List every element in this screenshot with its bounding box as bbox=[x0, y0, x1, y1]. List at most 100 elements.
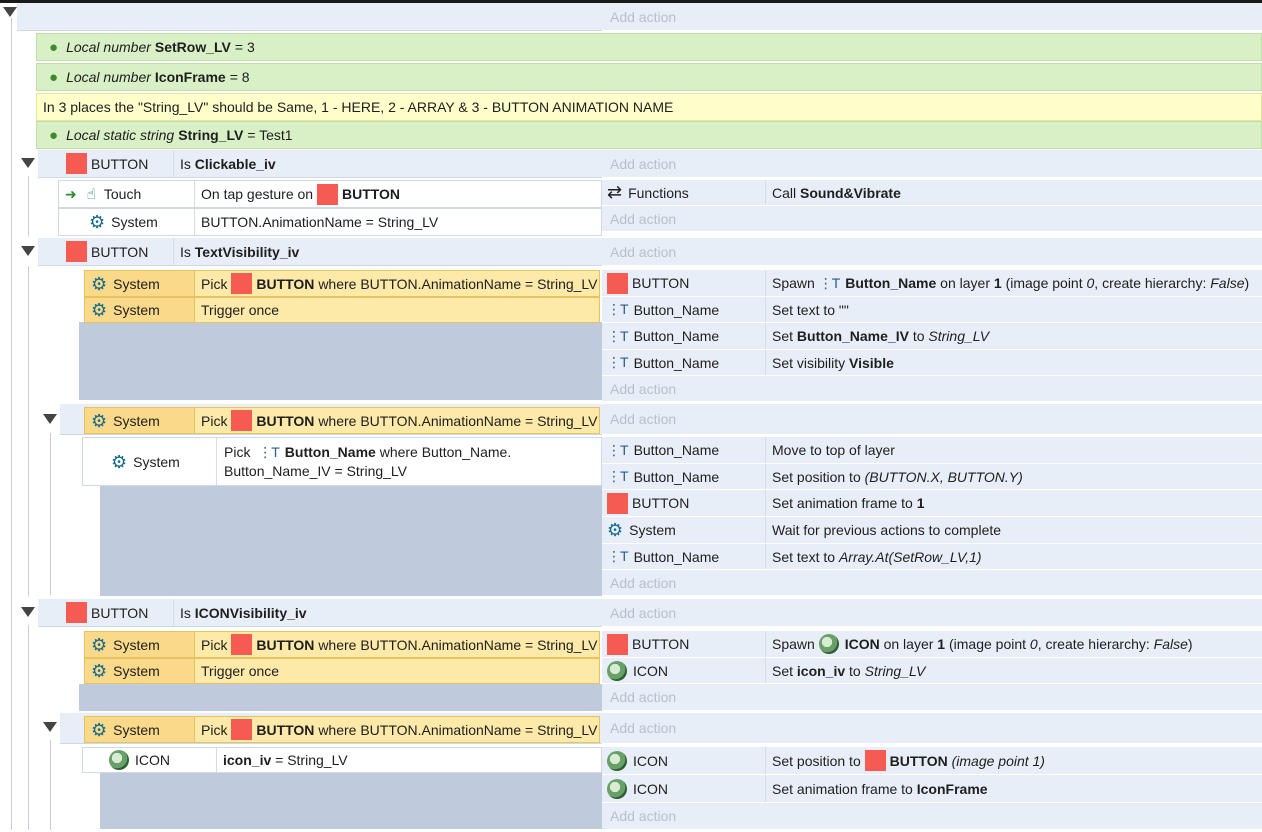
action-row[interactable]: ICON Set animation frame to IconFrame bbox=[602, 775, 1262, 803]
action-row[interactable]: BUTTON Spawn ⋮T Button_Name on layer 1 (i… bbox=[602, 270, 1262, 297]
add-action-link[interactable]: Add action bbox=[602, 684, 1262, 711]
object-name: System bbox=[113, 302, 160, 318]
red-square-sprite-icon bbox=[607, 492, 628, 514]
cond-target: BUTTON bbox=[256, 721, 315, 738]
action-row[interactable]: ICON Set icon_iv to String_LV bbox=[602, 658, 1262, 684]
icon-sprite-image bbox=[607, 778, 627, 799]
action-row[interactable]: ⋮T Button_Name Move to top of layer bbox=[602, 437, 1262, 464]
cond-bold: Clickable_iv bbox=[194, 155, 276, 172]
event-g4-pick[interactable]: ⚙ System Pick BUTTON where BUTTON.Animati… bbox=[84, 631, 600, 658]
event-g2-pick[interactable]: ⚙ System Pick BUTTON where BUTTON.Animati… bbox=[84, 270, 600, 297]
event-g1-touch[interactable]: ➜ ☝ Touch On tap gesture on BUTTON bbox=[58, 180, 602, 208]
action-prefix: Set bbox=[772, 328, 794, 344]
action-object: ICON bbox=[633, 752, 668, 769]
local-variable-string[interactable]: ● Local static string String_LV = Test1 bbox=[36, 121, 1262, 149]
event-g2-condition[interactable]: BUTTON Is TextVisibility_iv bbox=[38, 238, 602, 266]
action-bold: Button_Name_IV bbox=[796, 328, 909, 344]
add-action-label: Add action bbox=[610, 411, 677, 427]
map-pin-icon: ● bbox=[49, 68, 59, 86]
collapse-toggle-icon[interactable] bbox=[43, 414, 57, 424]
cond-rest: where BUTTON.AnimationName = String_LV bbox=[318, 721, 598, 738]
action-row[interactable]: ⚙ System Wait for previous actions to com… bbox=[602, 517, 1262, 544]
cond-prefix: Pick bbox=[201, 636, 228, 653]
red-square-sprite-icon bbox=[66, 602, 87, 623]
action-row[interactable]: ICON Set position to BUTTON (image point… bbox=[602, 747, 1262, 775]
collapse-toggle-icon[interactable] bbox=[21, 158, 35, 168]
collapse-toggle-icon[interactable] bbox=[3, 7, 17, 17]
action-prefix: Set bbox=[772, 662, 794, 679]
add-action-label: Add action bbox=[610, 380, 677, 397]
variable-kind: Local static string bbox=[66, 127, 175, 143]
tree-line bbox=[50, 740, 51, 830]
local-variable-setrow[interactable]: ● Local number SetRow_LV = 3 bbox=[36, 33, 1262, 61]
add-action-link[interactable]: Add action bbox=[602, 713, 1262, 744]
collapse-toggle-icon[interactable] bbox=[21, 246, 35, 256]
event-block-top[interactable] bbox=[17, 3, 602, 31]
collapse-toggle-icon[interactable] bbox=[21, 607, 35, 617]
add-action-link[interactable]: Add action bbox=[602, 206, 1262, 232]
action-italic: Array.At(SetRow_LV,1) bbox=[838, 548, 982, 565]
action-prefix: Call bbox=[772, 184, 797, 201]
action-object: Button_Name bbox=[633, 328, 720, 344]
action-row[interactable]: ⋮T Button_Name Set text to "" bbox=[602, 297, 1262, 323]
event-g5-pick[interactable]: ⚙ System Pick BUTTON where BUTTON.Animati… bbox=[84, 716, 600, 743]
event-g1-system[interactable]: ⚙ System BUTTON.AnimationName = String_L… bbox=[58, 208, 602, 236]
add-action-link[interactable]: Add action bbox=[602, 238, 1262, 266]
action-bold: Sound&Vibrate bbox=[800, 184, 901, 201]
add-action-link[interactable]: Add action bbox=[602, 404, 1262, 435]
variable-value: = Test1 bbox=[247, 127, 293, 143]
trigger-arrow-icon: ➜ bbox=[65, 185, 77, 202]
touch-hand-icon: ☝ bbox=[86, 186, 96, 203]
cond-prefix: Is bbox=[180, 243, 191, 260]
action-row[interactable]: BUTTON Spawn ICON on layer 1 (image poin… bbox=[602, 631, 1262, 658]
action-bold: 1 bbox=[937, 636, 946, 652]
action-prefix: Spawn bbox=[772, 275, 815, 291]
tree-line bbox=[28, 625, 29, 830]
add-action-link[interactable]: Add action bbox=[602, 376, 1262, 402]
text-object-icon: ⋮T bbox=[607, 327, 629, 344]
condition-object: ⚙ System bbox=[85, 632, 195, 657]
event-g2-trigger[interactable]: ⚙ System Trigger once bbox=[84, 297, 600, 323]
cond-target: BUTTON bbox=[256, 412, 315, 429]
action-row[interactable]: ⋮T Button_Name Set position to (BUTTON.X,… bbox=[602, 464, 1262, 490]
condition-object: ⚙ System bbox=[85, 271, 195, 296]
action-prefix: Set animation frame to bbox=[772, 780, 913, 797]
action-italic: False bbox=[1153, 636, 1188, 652]
gear-icon: ⚙ bbox=[91, 634, 108, 655]
action-italic: False bbox=[1210, 275, 1245, 291]
action-italic: (image point 1) bbox=[951, 752, 1045, 769]
condition-text: Is Clickable_iv bbox=[174, 156, 276, 172]
tree-line bbox=[28, 176, 29, 236]
object-name: BUTTON bbox=[91, 243, 149, 260]
variable-kind: Local number bbox=[66, 39, 151, 55]
event-g5-subcond[interactable]: ICON icon_iv = String_LV bbox=[82, 747, 602, 773]
text-object-icon: ⋮T bbox=[607, 548, 629, 564]
add-action-link[interactable]: Add action bbox=[602, 570, 1262, 596]
gear-icon: ⚙ bbox=[91, 410, 108, 431]
cond-bold: TextVisibility_iv bbox=[194, 243, 300, 260]
add-action-link[interactable]: Add action bbox=[602, 599, 1262, 627]
event-g4-condition[interactable]: BUTTON Is ICONVisibility_iv bbox=[38, 599, 602, 627]
object-name: System bbox=[113, 275, 160, 292]
cond-prefix: On tap gesture on bbox=[201, 186, 314, 202]
action-row[interactable]: ⋮T Button_Name Set text to Array.At(SetRo… bbox=[602, 544, 1262, 570]
event-g3-subcond[interactable]: ⚙ System Pick ⋮T Button_Name where Button_… bbox=[82, 437, 602, 486]
gear-icon: ⚙ bbox=[91, 273, 108, 294]
add-action-label: Add action bbox=[610, 210, 677, 227]
event-g1-condition[interactable]: BUTTON Is Clickable_iv bbox=[38, 150, 602, 178]
event-g4-trigger[interactable]: ⚙ System Trigger once bbox=[84, 658, 600, 684]
condition-object: BUTTON bbox=[38, 599, 174, 626]
collapse-toggle-icon[interactable] bbox=[43, 722, 57, 732]
action-italic: 0 bbox=[1029, 636, 1038, 652]
add-action-link[interactable]: Add action bbox=[602, 803, 1262, 830]
event-comment[interactable]: In 3 places the "String_LV" should be Sa… bbox=[36, 93, 1262, 121]
action-row[interactable]: ⋮T Button_Name Set Button_Name_IV to Stri… bbox=[602, 323, 1262, 350]
local-variable-iconframe[interactable]: ● Local number IconFrame = 8 bbox=[36, 63, 1262, 91]
event-g3-pick[interactable]: ⚙ System Pick BUTTON where BUTTON.Animati… bbox=[84, 407, 600, 434]
add-action-link[interactable]: Add action bbox=[602, 150, 1262, 178]
text-object-icon: ⋮T bbox=[607, 301, 629, 317]
action-row[interactable]: BUTTON Set animation frame to 1 bbox=[602, 490, 1262, 517]
action-row[interactable]: ⋮T Button_Name Set visibility Visible bbox=[602, 350, 1262, 376]
add-action-link[interactable]: Add action bbox=[602, 3, 1262, 31]
action-row[interactable]: ⇄ Functions Call Sound&Vibrate bbox=[602, 180, 1262, 206]
